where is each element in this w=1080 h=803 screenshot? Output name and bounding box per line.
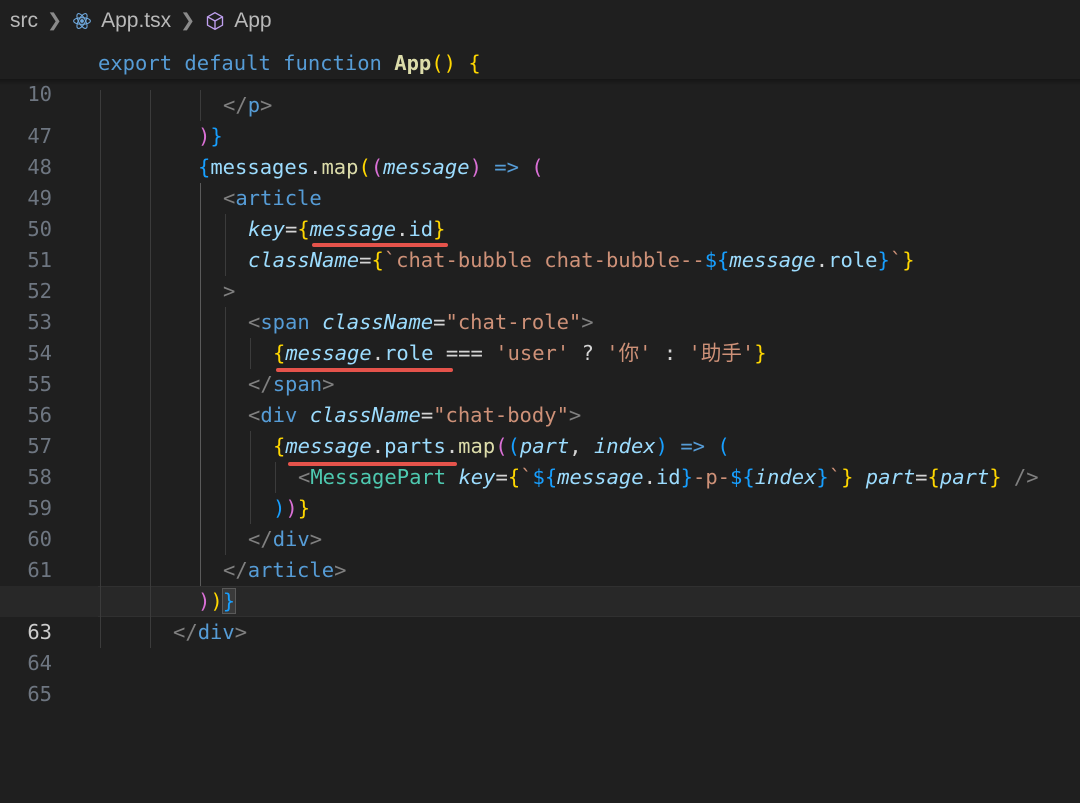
code-line[interactable]: 58 {message.parts.map((part, index) => (	[0, 431, 1080, 489]
code-text: )}	[198, 124, 223, 148]
code-text: <MessagePart key={`${message.id}-p-${ind…	[298, 465, 1039, 489]
code-line-active[interactable]: 63 ))}	[0, 586, 1080, 644]
code-line[interactable]: 62 </article>	[0, 555, 1080, 613]
code-text: </article>	[223, 558, 347, 582]
code-text: </div>	[248, 527, 323, 551]
code-text: {message.parts.map((part, index) => (	[273, 434, 730, 458]
code-text: ))}	[198, 588, 237, 614]
code-line[interactable]: 53 >	[0, 276, 1080, 334]
code-editor[interactable]: 10 export default function App() { 47 </…	[0, 48, 1080, 706]
chevron-right-icon: ❯	[47, 9, 63, 30]
code-line[interactable]: 51 key={message.id}	[0, 214, 1080, 272]
breadcrumb-symbol[interactable]: App	[234, 9, 271, 33]
code-text: <div className="chat-body">	[248, 403, 582, 427]
code-text: key={message.id}	[248, 217, 446, 241]
code-text: {message.role === 'user' ? '你' : '助手'}	[273, 341, 767, 365]
code-line[interactable]: 57 <div className="chat-body">	[0, 400, 1080, 458]
breadcrumb: src ❯ App.tsx ❯ App	[0, 0, 1080, 42]
code-line[interactable]: 61 </div>	[0, 524, 1080, 582]
code-line[interactable]: 60 ))}	[0, 493, 1080, 551]
code-text: </p>	[223, 93, 273, 117]
code-line[interactable]: 47 </p>	[0, 90, 1080, 148]
code-line[interactable]: 48 )}	[0, 121, 1080, 179]
code-line[interactable]: 65	[0, 648, 1080, 706]
code-text: {messages.map((message) => (	[198, 155, 544, 179]
code-text: </div>	[173, 620, 248, 644]
code-line[interactable]: 52 className={`chat-bubble chat-bubble--…	[0, 245, 1080, 303]
code-text: export default function App() {	[98, 51, 481, 75]
code-line[interactable]: 59 <MessagePart key={`${message.id}-p-${…	[0, 462, 1080, 520]
code-text: <span className="chat-role">	[248, 310, 594, 334]
sticky-scroll-shadow	[0, 79, 1080, 85]
code-line[interactable]: 64 </div>	[0, 617, 1080, 675]
code-text: >	[223, 279, 236, 303]
code-line[interactable]: 50 <article	[0, 183, 1080, 241]
breadcrumb-file[interactable]: App.tsx	[101, 9, 171, 33]
code-text: className={`chat-bubble chat-bubble--${m…	[248, 248, 915, 272]
code-line[interactable]: 56 </span>	[0, 369, 1080, 427]
react-icon	[71, 10, 93, 32]
chevron-right-icon: ❯	[180, 9, 196, 30]
code-line[interactable]: 49 {messages.map((message) => (	[0, 152, 1080, 210]
code-text: ))}	[273, 496, 311, 520]
code-line[interactable]: 10 export default function App() {	[0, 48, 1080, 106]
code-text: <article	[223, 186, 322, 210]
code-line[interactable]: 55 {message.role === 'user' ? '你' : '助手'…	[0, 338, 1080, 396]
symbol-component-icon	[204, 10, 226, 32]
line-number: 65	[27, 682, 52, 706]
current-line-highlight	[98, 586, 1080, 617]
code-line[interactable]: 54 <span className="chat-role">	[0, 307, 1080, 365]
code-text: </span>	[248, 372, 335, 396]
breadcrumb-folder[interactable]: src	[10, 9, 38, 33]
